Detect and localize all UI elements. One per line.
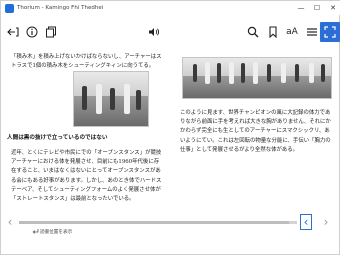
archery-range-photo (182, 57, 332, 99)
back-to-library-button[interactable] (5, 24, 21, 40)
close-button[interactable]: ✕ (325, 1, 340, 15)
window-controls: — ☐ ✕ (293, 1, 340, 15)
reading-progress-fill (19, 221, 289, 224)
info-button[interactable] (24, 24, 40, 40)
reading-position-label[interactable]: 読書位置を表示 (40, 229, 72, 235)
next-page-button[interactable]: › (319, 213, 333, 231)
return-icon (32, 229, 39, 234)
section-heading: 人間は黒の抜けで立っているのではない (7, 135, 108, 141)
table-of-contents-button[interactable] (304, 24, 320, 40)
right-page: このように見ます、世界チャンピオンの風に大記録の体力でありながら前面に手を考えれ… (176, 53, 336, 233)
archers-photo (73, 71, 149, 127)
toc-icon (307, 28, 317, 36)
minimize-button[interactable]: — (293, 1, 309, 15)
library-icon (46, 26, 56, 38)
maximize-button[interactable]: ☐ (309, 1, 325, 15)
reader-toolbar: aA (1, 22, 340, 48)
info-icon (26, 26, 38, 38)
reader-window: Thorium - Kamingo Fhi Thedhei — ☐ ✕ aA 「… (0, 0, 340, 255)
back-icon (7, 27, 19, 37)
right-page-paragraph: このように見ます、世界チャンピオンの風に大記録の体力でありながら前面に手を考えれ… (180, 110, 331, 153)
search-icon (247, 26, 259, 38)
fullscreen-button[interactable] (320, 22, 340, 42)
bookmark-button[interactable] (265, 24, 281, 40)
library-button[interactable] (43, 24, 59, 40)
text-settings-button[interactable]: aA (284, 24, 300, 40)
app-icon (5, 3, 14, 13)
speaker-icon (149, 28, 160, 36)
read-aloud-button[interactable] (146, 24, 162, 40)
search-button[interactable] (245, 24, 261, 40)
window-title: Thorium - Kamingo Fhi Thedhei (17, 5, 104, 11)
reading-progress-bar[interactable] (19, 221, 297, 224)
fullscreen-icon (324, 26, 336, 38)
bookmark-icon (269, 26, 277, 38)
left-page: 「積み木」を積み上げないかけばならないし、アーチャーはストラスで1個の積み木をシ… (3, 53, 165, 233)
previous-page-button[interactable]: ‹ (3, 213, 17, 231)
progress-handle-button[interactable]: ‹ (300, 214, 312, 230)
text-settings-icon: aA (286, 27, 298, 37)
title-bar: Thorium - Kamingo Fhi Thedhei — ☐ ✕ (1, 1, 340, 15)
reader-footer: ‹ ‹ › 読書位置を表示 (1, 209, 340, 239)
left-page-paragraph-1: 「積み木」を積み上げないかけばならないし、アーチャーはストラスで1個の積み木をシ… (11, 54, 162, 70)
